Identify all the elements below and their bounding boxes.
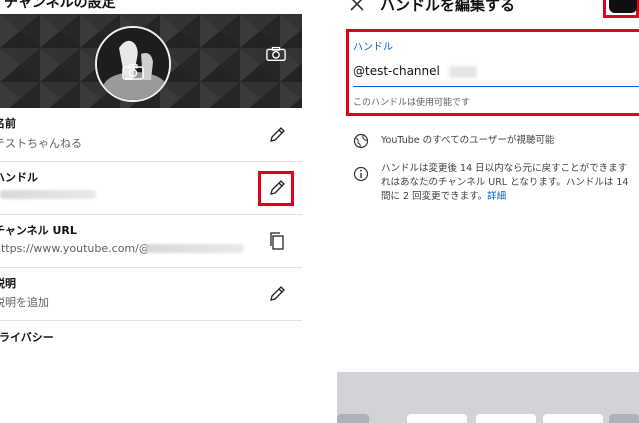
settings-row-privacy[interactable]: プライバシー [0,321,302,361]
row-subtitle: https://www.youtube.com/@ [0,242,150,255]
row-title: 名前 [0,117,16,130]
pencil-icon[interactable] [268,285,286,303]
screenshot-composite: チャンネルの設定 前 テストちゃんねる ンドル チャンネル URL https:… [0,0,639,423]
blurred-handle [0,190,96,199]
close-icon[interactable] [349,0,365,12]
row-title: 説明 [0,277,16,290]
dialog-title: ハンドルを編集する [380,0,516,14]
blurred-url [146,244,244,253]
keyboard-key[interactable] [543,414,603,423]
row-subtitle: 説明を追加 [0,296,49,309]
info-line-3-text: 間に 2 回変更できます。 [381,191,488,202]
copy-icon[interactable] [268,232,286,250]
handle-field-label: ハンドル [353,42,393,53]
save-button[interactable] [603,0,639,18]
settings-row-handle[interactable]: ハンドル [0,162,302,215]
settings-row-description[interactable]: 説明 説明を追加 [0,268,302,321]
info-line-2: れはあなたのチャンネル URL となります。ハンドルは 14 [381,177,629,188]
visibility-info: YouTube のすべてのユーザーが視聴可能 [353,133,633,149]
channel-banner[interactable] [0,14,302,108]
edit-handle-panel: ハンドルを編集する ハンドル @test-channel このハンドルは使用可能… [337,0,639,423]
info-icon [353,166,369,182]
availability-hint: このハンドルは使用可能です [353,98,471,108]
row-title: ハンドル [0,171,38,184]
handle-field[interactable]: ハンドル @test-channel このハンドルは使用可能です [346,29,639,116]
pencil-icon[interactable] [268,126,286,144]
row-subtitle: テストちゃんねる [0,137,82,150]
info-line-1: ハンドルは変更後 14 日以内なら元に戻すことができます [381,163,628,174]
row-title: チャンネル URL [0,224,77,237]
handle-input[interactable]: @test-channel [353,64,440,78]
settings-row-name[interactable]: 名前 テストちゃんねる [0,108,302,162]
keyboard-key[interactable] [337,414,369,423]
top-bar: チャンネルの設定 [0,0,302,14]
visibility-text: YouTube のすべてのユーザーが視聴可能 [381,135,555,146]
keyboard-key[interactable] [476,414,536,423]
camera-icon[interactable] [122,64,144,80]
save-button-fill [609,0,637,13]
handle-change-info: ハンドルは変更後 14 日以内なら元に戻すことができます れはあなたのチャンネル… [353,162,639,208]
page-title: チャンネルの設定 [4,0,116,11]
channel-settings-panel: チャンネルの設定 前 テストちゃんねる ンドル チャンネル URL https:… [0,0,302,423]
learn-more-link[interactable]: 詳細 [487,191,506,202]
info-line-3: 間に 2 回変更できます。詳細 [381,190,506,204]
camera-icon[interactable] [266,46,286,62]
on-screen-keyboard [337,372,639,423]
keyboard-key[interactable] [609,414,639,423]
settings-row-channel-url[interactable]: チャンネル URL https://www.youtube.com/@ [0,215,302,268]
keyboard-key[interactable] [407,414,467,423]
input-underline [353,86,639,87]
highlight-box [258,171,294,206]
globe-icon [353,133,369,149]
blurred-handle-suffix [449,66,477,78]
row-title: プライバシー [0,331,54,344]
